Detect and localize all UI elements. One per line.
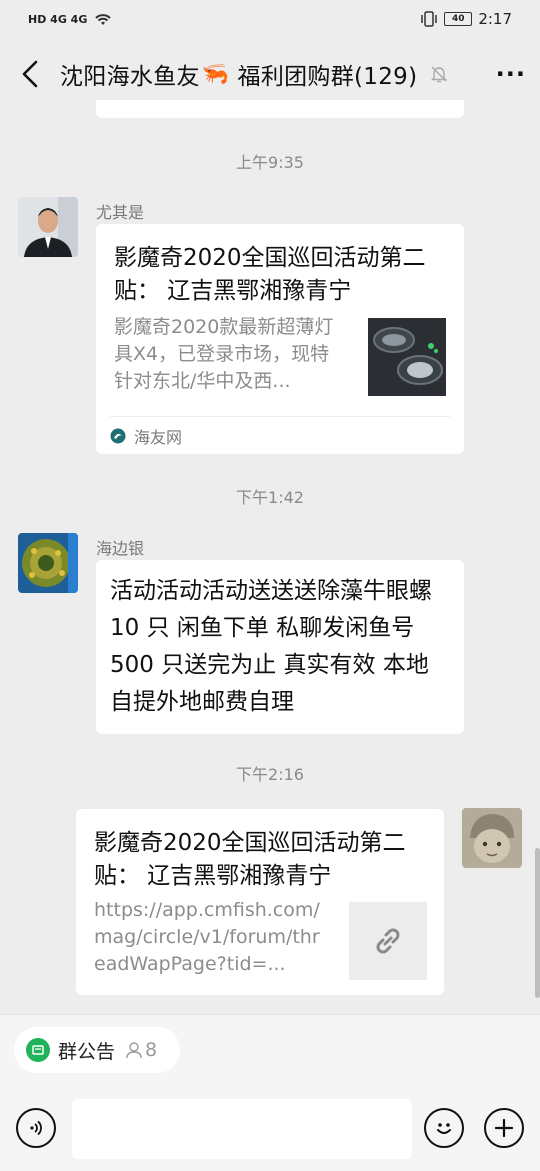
previous-message-bubble[interactable] [96, 100, 464, 118]
wifi-icon [95, 14, 112, 25]
message-input[interactable] [72, 1099, 412, 1159]
text-message-bubble[interactable]: 活动活动活动送送送除藻牛眼螺 10 只 闲鱼下单 私聊发闲鱼号 500 只送完为… [96, 560, 464, 734]
person-icon [126, 1042, 142, 1059]
more-functions-button[interactable] [484, 1108, 524, 1148]
emoji-icon [437, 1123, 451, 1134]
link-card-source: 海友网 [110, 424, 182, 448]
link-card-divider [110, 416, 450, 417]
source-name: 海友网 [134, 428, 183, 447]
timestamp: 上午9:35 [236, 153, 304, 172]
avatar-haibianyin[interactable] [18, 533, 78, 593]
link-card-description: 影魔奇2020款最新超薄灯具X4，已登录市场，现特针对东北/华中及西... [114, 316, 334, 392]
status-left: HD 4G 4G [28, 11, 113, 27]
member-count: 8 [125, 1039, 157, 1061]
link-thumbnail [349, 902, 427, 980]
vibrate-icon [421, 11, 438, 27]
sender-name: 尤其是 [96, 203, 145, 222]
link-card-url: https://app.cmfish.com/mag/circle/v1/for… [94, 899, 320, 975]
mute-bell-icon [429, 64, 449, 84]
voice-button[interactable] [16, 1108, 56, 1148]
back-arrow-icon [22, 60, 38, 88]
plus-icon [494, 1118, 514, 1138]
emoji-button[interactable] [424, 1108, 464, 1148]
status-bar: HD 4G 4G 40 2:17 [0, 0, 540, 38]
notice-label: 群公告 [58, 1040, 116, 1063]
timestamp: 下午2:16 [236, 765, 304, 784]
shrimp-emoji-icon: 🦐 [201, 61, 230, 87]
clock: 2:17 [478, 10, 512, 28]
avatar-youqishi[interactable] [18, 197, 78, 257]
back-button[interactable] [14, 58, 46, 90]
avatar-self[interactable] [462, 808, 522, 868]
link-card-title: 影魔奇2020全国巡回活动第二贴： 辽吉黑鄂湘豫青宁 [94, 830, 406, 889]
member-count-value: 8 [145, 1039, 158, 1061]
chat-title: 沈阳海水鱼友 🦐 福利团购群(129) [60, 57, 417, 91]
title-prefix: 沈阳海水鱼友 [60, 64, 200, 90]
timestamp: 下午1:42 [236, 488, 304, 507]
scrollbar-thumb[interactable] [535, 848, 540, 998]
voice-icon [30, 1120, 42, 1136]
group-notice-button[interactable]: 群公告 8 [14, 1027, 180, 1073]
status-right: 40 2:17 [420, 10, 512, 28]
more-options-button[interactable]: ··· [496, 60, 526, 88]
signal-icons: HD 4G 4G [28, 12, 88, 26]
link-card-title: 影魔奇2020全国巡回活动第二贴： 辽吉黑鄂湘豫青宁 [114, 245, 426, 304]
self-link-card[interactable]: 影魔奇2020全国巡回活动第二贴： 辽吉黑鄂湘豫青宁 https://app.c… [76, 809, 444, 995]
sender-name: 海边银 [96, 539, 145, 558]
link-card[interactable]: 影魔奇2020全国巡回活动第二贴： 辽吉黑鄂湘豫青宁 影魔奇2020款最新超薄灯… [96, 224, 464, 454]
link-card-thumbnail [368, 318, 446, 396]
title-suffix: 福利团购群(129) [237, 64, 418, 90]
link-chain-icon [376, 928, 400, 954]
haiyou-logo-icon [110, 428, 126, 444]
battery-icon: 40 [444, 12, 473, 26]
input-row [0, 1099, 540, 1159]
bottom-bar: 群公告 8 [0, 1014, 540, 1171]
notice-icon [26, 1038, 50, 1062]
